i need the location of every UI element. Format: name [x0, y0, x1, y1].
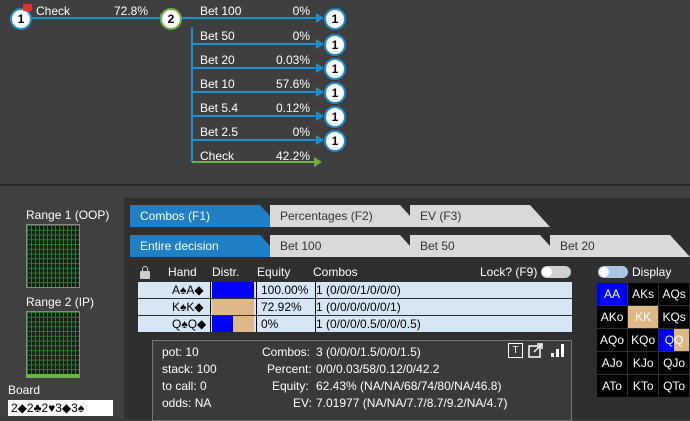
- range2-bar: [26, 374, 80, 378]
- range1-label: Range 1 (OOP): [26, 208, 110, 222]
- tab-ev[interactable]: EV (F3): [410, 205, 550, 227]
- matrix-cell[interactable]: AQs: [659, 283, 689, 305]
- matrix-cell[interactable]: QJo: [659, 352, 689, 374]
- lock-toggle-label: Lock? (F9): [480, 265, 538, 279]
- combos-cell: 1 (0/0/0/0.5/0/0/0.5): [316, 317, 421, 331]
- distr-bar: [212, 282, 254, 298]
- matrix-cell[interactable]: QTo: [659, 375, 689, 397]
- action-percent: 42.2%: [275, 149, 310, 163]
- hand-cell: K♠K◆: [168, 299, 211, 315]
- odds-text: odds: NA: [162, 396, 212, 410]
- matrix-cell[interactable]: ATo: [597, 375, 628, 397]
- header-combos: Combos: [313, 265, 358, 279]
- child-node[interactable]: 1: [324, 130, 346, 152]
- matrix-cell[interactable]: KQs: [659, 306, 689, 328]
- check-percent: 72.8%: [113, 4, 148, 18]
- matrix-cell[interactable]: KTo: [628, 375, 659, 397]
- equity-label: Equity:: [272, 379, 309, 393]
- matrix-cell[interactable]: AKo: [597, 306, 628, 328]
- action-label[interactable]: Bet 2.5: [200, 125, 238, 139]
- tab-bet-100[interactable]: Bet 100: [270, 235, 420, 257]
- tab-combos[interactable]: Combos (F1): [130, 205, 280, 227]
- tab-entire-decision[interactable]: Entire decision: [130, 235, 280, 257]
- matrix-cell[interactable]: KK: [628, 306, 659, 328]
- header-equity: Equity: [257, 265, 291, 279]
- matrix-cell[interactable]: AA: [597, 283, 628, 305]
- hand-cell: A♠A◆: [168, 282, 211, 298]
- equity-value: 62.43% (NA/NA/68/74/80/NA/46.8): [316, 379, 502, 393]
- decision-tree: 1 Check 72.8% 2 Bet 100 0% 1 Bet 50 0% 1…: [0, 0, 690, 184]
- range2-grid[interactable]: [26, 311, 80, 375]
- combos-cell: 1 (0/0/0/0/0/0/1): [316, 300, 401, 314]
- lock-toggle[interactable]: [541, 266, 571, 278]
- percent-label: Percent:: [267, 362, 312, 376]
- matrix-cell[interactable]: QQ: [659, 329, 689, 351]
- child-node[interactable]: 1: [324, 82, 346, 104]
- hand-cell: Q♠Q◆: [168, 316, 211, 332]
- matrix-cell[interactable]: AJo: [597, 352, 628, 374]
- table-row[interactable]: Q♠Q◆ 0% 1 (0/0/0/0.5/0/0/0.5): [138, 316, 572, 332]
- equity-cell: 72.92%: [256, 299, 316, 315]
- root-node[interactable]: 1: [10, 8, 32, 30]
- matrix-cell[interactable]: KQo: [628, 329, 659, 351]
- child-node[interactable]: 1: [324, 8, 346, 30]
- board-label: Board: [8, 383, 41, 397]
- header-distr: Distr.: [212, 265, 240, 279]
- tab-bet-50[interactable]: Bet 50: [410, 235, 560, 257]
- distr-bar: [212, 299, 254, 315]
- range1-grid[interactable]: [26, 224, 80, 288]
- to-call-text: to call: 0: [162, 379, 207, 393]
- stack-text: stack: 100: [162, 362, 217, 376]
- check-label[interactable]: Check: [36, 4, 70, 18]
- combos-label: Combos:: [262, 345, 311, 359]
- action-percent: 0%: [292, 4, 310, 18]
- ev-label: EV:: [293, 396, 312, 410]
- lock-icon: [23, 4, 32, 11]
- action-percent: 0.03%: [275, 53, 310, 67]
- matrix-cell[interactable]: KJo: [628, 352, 659, 374]
- range2-label: Range 2 (IP): [26, 295, 95, 309]
- percent-value: 0/0/0.03/58/0.12/0/42.2: [316, 362, 440, 376]
- lock-all-icon[interactable]: [140, 266, 150, 279]
- matrix-cell[interactable]: AKs: [628, 283, 659, 305]
- action-percent: 0.12%: [275, 101, 310, 115]
- decision-node[interactable]: 2: [160, 8, 182, 30]
- child-node[interactable]: 1: [324, 106, 346, 128]
- action-percent: 0%: [292, 29, 310, 43]
- action-percent: 57.6%: [275, 77, 310, 91]
- action-label[interactable]: Bet 5.4: [200, 101, 238, 115]
- text-icon[interactable]: T: [508, 343, 523, 358]
- hand-matrix: AA AKs AQs AKo KK KQs AQo KQo QQ AJo KJo…: [596, 282, 690, 398]
- child-node[interactable]: 1: [324, 34, 346, 56]
- equity-cell: 100.00%: [256, 282, 316, 298]
- table-row[interactable]: A♠A◆ 100.00% 1 (0/0/0/1/0/0/0): [138, 282, 572, 298]
- combos-value: 3 (0/0/0/1.5/0/0/1.5): [316, 345, 421, 359]
- action-percent: 0%: [292, 125, 310, 139]
- signal-chart-icon[interactable]: [550, 342, 566, 358]
- distr-bar: [233, 316, 254, 332]
- matrix-cell[interactable]: AQo: [597, 329, 628, 351]
- action-label[interactable]: Bet 20: [200, 53, 235, 67]
- ev-value: 7.01977 (NA/NA/7.7/8.7/9.2/NA/4.7): [316, 396, 508, 410]
- pot-text: pot: 10: [162, 345, 199, 359]
- action-label[interactable]: Check: [200, 149, 234, 163]
- action-label[interactable]: Bet 50: [200, 29, 235, 43]
- tab-bet-20[interactable]: Bet 20: [550, 235, 690, 257]
- equity-cell: 0%: [256, 316, 316, 332]
- distr-bar: [212, 316, 233, 332]
- expand-icon[interactable]: [528, 343, 544, 359]
- header-hand: Hand: [168, 265, 197, 279]
- display-toggle[interactable]: [598, 266, 628, 278]
- action-label[interactable]: Bet 10: [200, 77, 235, 91]
- child-node[interactable]: 1: [324, 58, 346, 80]
- action-label[interactable]: Bet 100: [200, 4, 241, 18]
- table-row[interactable]: K♠K◆ 72.92% 1 (0/0/0/0/0/0/1): [138, 299, 572, 315]
- combos-cell: 1 (0/0/0/1/0/0/0): [316, 283, 401, 297]
- board-cards[interactable]: 2◆2♣2♥3◆3♠: [8, 400, 113, 416]
- tab-percentages[interactable]: Percentages (F2): [270, 205, 420, 227]
